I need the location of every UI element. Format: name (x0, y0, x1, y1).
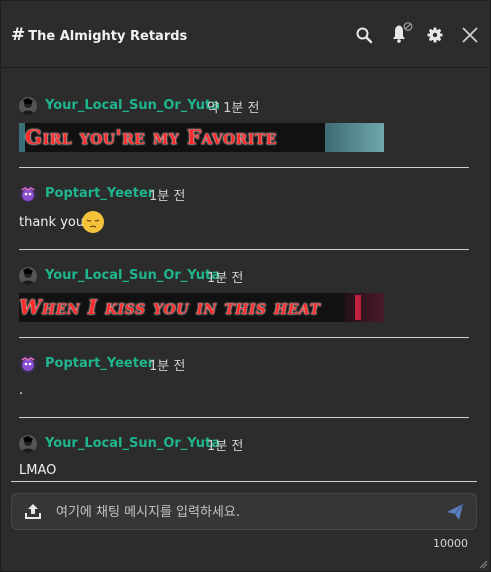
pensive-face-emoji-icon (82, 211, 104, 233)
message-text: thank you (19, 211, 104, 233)
message-list[interactable]: Your_Local_Sun_Or_Yuta 약 1분 전 Girl you'r… (1, 68, 490, 480)
chat-panel: # The Almighty Retards Your_Local_Sun_Or… (0, 0, 491, 572)
list-bottom-divider (11, 481, 477, 482)
username[interactable]: Your_Local_Sun_Or_Yuta (45, 436, 220, 451)
timestamp: 약 1분 전 (207, 101, 260, 116)
hash-icon: # (11, 25, 26, 45)
send-icon[interactable] (446, 503, 464, 521)
timestamp: 1분 전 (207, 439, 244, 454)
avatar[interactable] (19, 435, 37, 453)
timestamp: 1분 전 (207, 271, 244, 286)
message-item: Your_Local_Sun_Or_Yuta 약 1분 전 Girl you'r… (19, 97, 469, 153)
message-item: Poptart_Yeeter 1분 전 thank you (19, 185, 469, 233)
avatar[interactable] (19, 355, 37, 373)
message-text: . (19, 383, 24, 398)
chat-composer (11, 493, 477, 530)
message-divider (19, 417, 469, 418)
channel-title: # The Almighty Retards (11, 25, 187, 45)
avatar[interactable] (19, 97, 37, 115)
avatar[interactable] (19, 267, 37, 285)
upload-icon[interactable] (24, 502, 42, 520)
channel-name: The Almighty Retards (28, 29, 188, 44)
search-icon[interactable] (354, 25, 374, 45)
gif-caption: Girl you're my Favorite (25, 125, 277, 149)
resize-handle-icon[interactable] (478, 559, 488, 569)
bell-muted-icon[interactable] (389, 21, 415, 45)
char-limit-counter: 10000 (433, 537, 468, 550)
username[interactable]: Your_Local_Sun_Or_Yuta (45, 268, 220, 283)
close-icon[interactable] (460, 25, 480, 45)
gif-image[interactable]: Girl you're my Favorite (19, 123, 384, 152)
message-divider (19, 337, 469, 338)
message-item: Your_Local_Sun_Or_Yuta 1분 전 When I kiss … (19, 267, 469, 323)
gear-icon[interactable] (425, 25, 445, 45)
message-divider (19, 249, 469, 250)
message-text: LMAO (19, 463, 57, 478)
gif-caption: When I kiss you in this heat (19, 295, 321, 319)
message-text-content: thank you (19, 215, 85, 230)
username[interactable]: Poptart_Yeeter (45, 356, 154, 371)
username[interactable]: Your_Local_Sun_Or_Yuta (45, 98, 220, 113)
timestamp: 1분 전 (149, 189, 186, 204)
avatar[interactable] (19, 185, 37, 203)
chat-header: # The Almighty Retards (1, 1, 490, 68)
message-item: Your_Local_Sun_Or_Yuta 1분 전 LMAO (19, 435, 469, 479)
username[interactable]: Poptart_Yeeter (45, 186, 154, 201)
gif-image[interactable]: When I kiss you in this heat (19, 293, 384, 322)
message-divider (19, 167, 469, 168)
timestamp: 1분 전 (149, 359, 186, 374)
message-item: Poptart_Yeeter 1분 전 . (19, 355, 469, 399)
chat-message-input[interactable] (54, 501, 438, 523)
